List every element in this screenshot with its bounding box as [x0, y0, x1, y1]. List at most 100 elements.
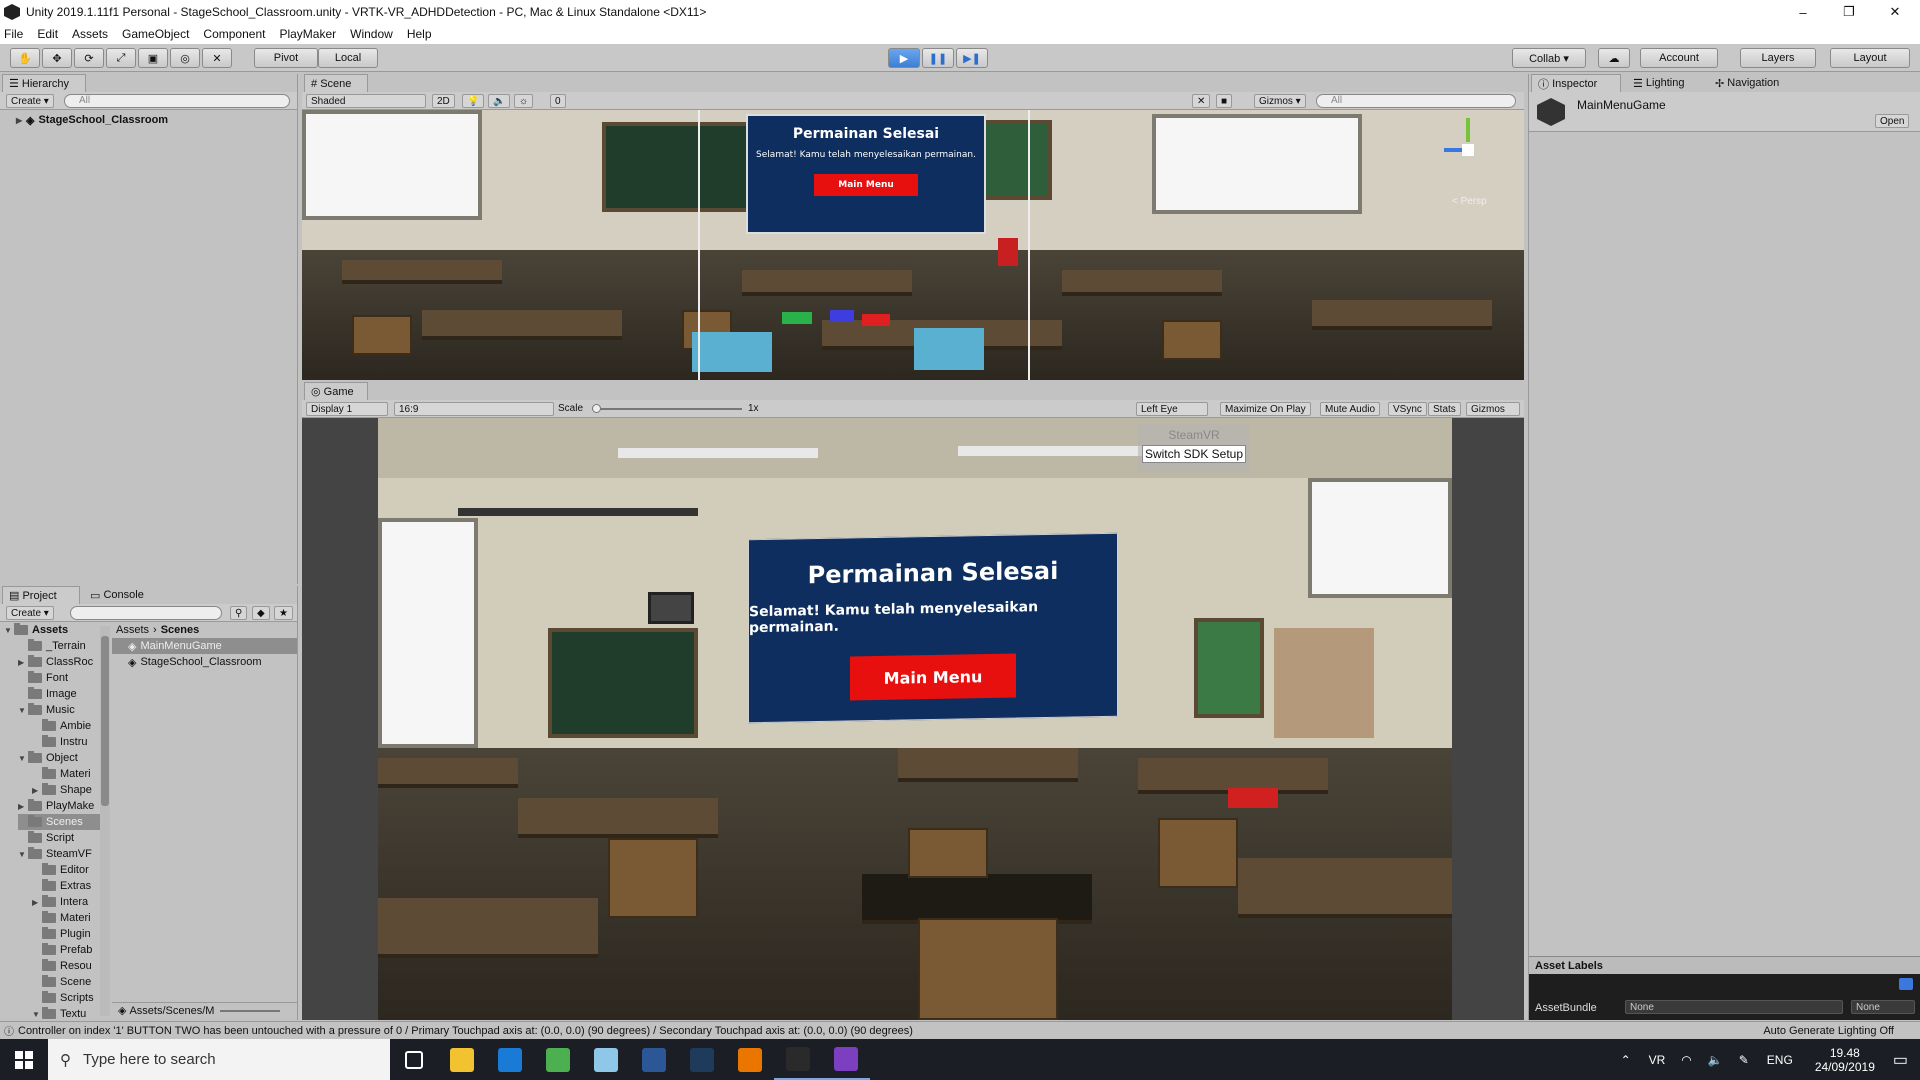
folder-tree-item[interactable]: Scene [32, 974, 91, 990]
scale-slider-handle[interactable] [592, 404, 601, 413]
tray-volume-icon[interactable]: 🔈 [1708, 1053, 1723, 1067]
rotate-tool-icon[interactable]: ⟳ [74, 48, 104, 68]
folder-tree-item[interactable]: Font [18, 670, 68, 686]
unknown-app-icon[interactable] [582, 1039, 630, 1080]
layout-dropdown[interactable]: Layout [1830, 48, 1910, 68]
switch-sdk-button[interactable]: Switch SDK Setup [1142, 445, 1246, 463]
inspector-open-button[interactable]: Open [1875, 114, 1910, 128]
folder-tree-item[interactable]: ▶ Intera [32, 894, 88, 910]
task-view-icon[interactable] [390, 1039, 438, 1080]
expand-arrow-icon[interactable]: ▼ [18, 850, 28, 859]
scale-slider[interactable] [592, 408, 742, 410]
custom-tool-icon[interactable]: ✕ [202, 48, 232, 68]
game-endcard[interactable]: Permainan Selesai Selamat! Kamu telah me… [748, 532, 1118, 724]
expand-arrow-icon[interactable]: ▼ [32, 1010, 42, 1019]
word-icon[interactable] [630, 1039, 678, 1080]
folder-tree-item[interactable]: Script [18, 830, 74, 846]
account-dropdown[interactable]: Account [1640, 48, 1718, 68]
tray-network-icon[interactable]: ◠ [1681, 1053, 1691, 1067]
scene-endcard-button[interactable]: Main Menu [814, 174, 918, 196]
transform-tool-icon[interactable]: ◎ [170, 48, 200, 68]
maximize-on-play-toggle[interactable]: Maximize On Play [1220, 402, 1311, 416]
hand-tool-icon[interactable]: ✋ [10, 48, 40, 68]
hierarchy-search-input[interactable]: All [64, 94, 290, 108]
game-gizmos-dropdown[interactable]: Gizmos [1466, 402, 1520, 416]
effects-toggle-icon[interactable]: ☼ [514, 94, 534, 108]
folder-tree-item[interactable]: ▼ Textu [32, 1006, 86, 1022]
folder-tree-item[interactable]: ▼ Assets [4, 622, 68, 638]
menu-help[interactable]: Help [407, 27, 432, 41]
folder-tree-item[interactable]: ▼ SteamVF [18, 846, 92, 862]
collab-dropdown[interactable]: Collab ▾ [1512, 48, 1586, 68]
folder-tree-item[interactable]: ▶ ClassRoc [18, 654, 93, 670]
maximize-button[interactable]: ❐ [1826, 0, 1872, 24]
file-explorer-icon[interactable] [438, 1039, 486, 1080]
menu-edit[interactable]: Edit [37, 27, 58, 41]
file-item-mainmenugame[interactable]: ◈ MainMenuGame [112, 638, 297, 654]
visual-studio-icon[interactable] [822, 1039, 870, 1080]
menu-assets[interactable]: Assets [72, 27, 108, 41]
assetbundle-variant-dropdown[interactable]: None [1851, 1000, 1915, 1014]
mute-audio-toggle[interactable]: Mute Audio [1320, 402, 1381, 416]
steam-icon[interactable] [678, 1039, 726, 1080]
tools-icon[interactable]: ✕ [1192, 94, 1211, 108]
expand-arrow-icon[interactable]: ▶ [16, 116, 26, 125]
breadcrumb-assets[interactable]: Assets [116, 624, 149, 636]
stats-toggle[interactable]: Stats [1428, 402, 1461, 416]
expand-arrow-icon[interactable]: ▶ [18, 802, 28, 811]
folder-tree-item[interactable]: Extras [32, 878, 91, 894]
status-message[interactable]: Controller on index '1' BUTTON TWO has b… [18, 1025, 913, 1037]
folder-tree-item[interactable]: Plugin [32, 926, 91, 942]
expand-arrow-icon[interactable]: ▶ [18, 658, 28, 667]
edge-icon[interactable] [486, 1039, 534, 1080]
move-tool-icon[interactable]: ✥ [42, 48, 72, 68]
label-tag-icon[interactable] [1899, 978, 1913, 990]
folder-tree-item[interactable]: ▼ Music [18, 702, 75, 718]
chrome-icon[interactable] [534, 1039, 582, 1080]
menu-component[interactable]: Component [203, 27, 265, 41]
gizmo-center[interactable] [1462, 144, 1474, 156]
audio-toggle-icon[interactable]: 🔈 [488, 94, 511, 108]
gizmo-z-axis[interactable] [1444, 148, 1464, 152]
taskbar-search-box[interactable]: ⚲ Type here to search [48, 1039, 390, 1080]
icon-size-slider[interactable] [220, 1009, 281, 1012]
action-center-icon[interactable]: ▭ [1893, 1050, 1908, 1070]
project-tree-scroll-thumb[interactable] [101, 636, 109, 806]
scene-search-input[interactable]: All [1316, 94, 1516, 108]
menu-gameobject[interactable]: GameObject [122, 27, 189, 41]
blender-icon[interactable] [726, 1039, 774, 1080]
menu-playmaker[interactable]: PlayMaker [279, 27, 336, 41]
scene-tab[interactable]: # Scene [304, 74, 368, 92]
expand-arrow-icon[interactable]: ▶ [32, 898, 42, 907]
vsync-toggle[interactable]: VSync [1388, 402, 1427, 416]
game-tab[interactable]: ◎ Game [304, 382, 368, 400]
hidden-objects-count[interactable]: 0 [550, 94, 566, 108]
scene-gizmos-dropdown[interactable]: Gizmos ▾ [1254, 94, 1306, 108]
2d-toggle[interactable]: 2D [432, 94, 455, 108]
project-tree-scrollbar[interactable] [100, 626, 110, 1016]
step-button[interactable]: ▶❚ [956, 48, 988, 68]
folder-tree-item[interactable]: ▼ Object [18, 750, 78, 766]
auto-lighting-status[interactable]: Auto Generate Lighting Off [1763, 1025, 1894, 1037]
folder-tree-item[interactable]: ▶ PlayMake [18, 798, 94, 814]
folder-tree-item[interactable]: _Terrain [18, 638, 86, 654]
tray-chevron-up-icon[interactable]: ⌃ [1621, 1053, 1631, 1067]
game-viewport[interactable]: Permainan Selesai Selamat! Kamu telah me… [378, 418, 1452, 1020]
shading-mode-dropdown[interactable]: Shaded [306, 94, 426, 108]
file-item-stageschool-classroom[interactable]: ◈ StageSchool_Classroom [112, 654, 297, 670]
folder-tree-item[interactable]: Resou [32, 958, 92, 974]
hierarchy-scene-root[interactable]: ▶ ◈ StageSchool_Classroom [16, 112, 168, 128]
hierarchy-tab[interactable]: ☰ Hierarchy [2, 74, 86, 92]
folder-tree-item[interactable]: Image [18, 686, 77, 702]
console-tab[interactable]: ▭ Console [84, 586, 150, 604]
windows-start-icon[interactable] [0, 1039, 48, 1080]
minimize-button[interactable]: – [1780, 0, 1826, 24]
inspector-tab[interactable]: ⓘ Inspector [1531, 74, 1621, 92]
folder-tree-item[interactable]: Scripts [32, 990, 94, 1006]
tray-language[interactable]: ENG [1767, 1053, 1793, 1067]
menu-window[interactable]: Window [350, 27, 393, 41]
favorite-star-icon[interactable]: ★ [274, 606, 293, 620]
tray-vr-icon[interactable]: VR [1649, 1053, 1666, 1067]
rect-tool-icon[interactable]: ▣ [138, 48, 168, 68]
layers-dropdown[interactable]: Layers [1740, 48, 1816, 68]
